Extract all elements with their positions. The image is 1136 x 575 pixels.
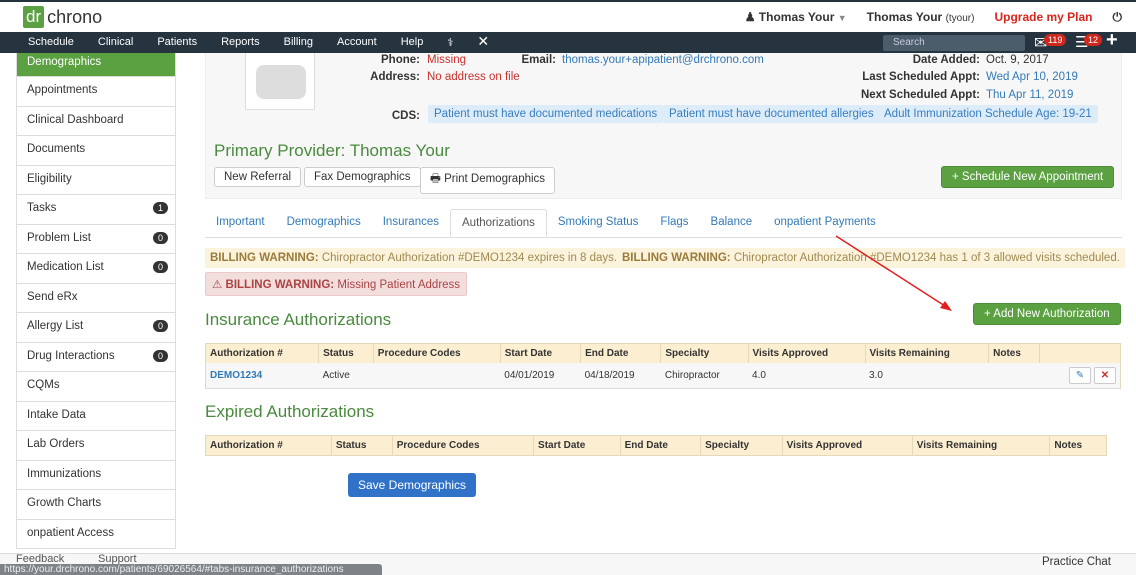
nav-clinical[interactable]: Clinical <box>86 36 145 49</box>
tools-icon[interactable]: ✕ <box>465 34 501 49</box>
sidebar-item-cqms[interactable]: CQMs <box>16 372 176 402</box>
insurance-authorizations-heading: Insurance Authorizations <box>205 310 392 329</box>
sidebar-item-intake-data[interactable]: Intake Data <box>16 401 176 431</box>
practice-chat-button[interactable]: Practice Chat <box>1042 556 1111 568</box>
count-badge: 1 <box>152 202 168 214</box>
tab-balance[interactable]: Balance <box>700 209 764 237</box>
warning-icon: ⚠ <box>212 279 223 291</box>
phone-value: Missing <box>427 54 466 66</box>
cds-alert[interactable]: Adult Immunization Schedule Age: 19-21 <box>878 105 1098 123</box>
last-appt-link[interactable]: Wed Apr 10, 2019 <box>986 71 1078 83</box>
tab-smoking-status[interactable]: Smoking Status <box>547 209 650 237</box>
nav-help[interactable]: Help <box>389 36 436 49</box>
sidebar-item-lab-orders[interactable]: Lab Orders <box>16 431 176 461</box>
sidebar-item-drug-interactions[interactable]: Drug Interactions 0 <box>16 342 176 372</box>
insurance-authorizations-table: Authorization # Status Procedure Codes Star… <box>205 343 1121 389</box>
sidebar-item-immunizations[interactable]: Immunizations <box>16 460 176 490</box>
tab-demographics[interactable]: Demographics <box>276 209 372 237</box>
user-name: Thomas Your (tyour) <box>866 10 975 24</box>
sidebar-item-appointments[interactable]: Appointments <box>16 77 176 107</box>
table-header: Authorization # Status Procedure Codes Star… <box>205 343 1121 363</box>
sidebar-item-onpatient-access[interactable]: onpatient Access <box>16 519 176 549</box>
status-url: https://your.drchrono.com/patients/69026… <box>0 564 382 575</box>
nav-schedule[interactable]: Schedule <box>16 36 86 49</box>
count-badge: 0 <box>152 320 168 332</box>
sidebar-item-growth-charts[interactable]: Growth Charts <box>16 490 176 520</box>
add-authorization-button[interactable]: + Add New Authorization <box>973 303 1121 325</box>
nav-patients[interactable]: Patients <box>145 36 209 49</box>
primary-provider: Primary Provider: Thomas Your <box>214 141 450 160</box>
nav-account[interactable]: Account <box>325 36 389 49</box>
expired-authorizations-heading: Expired Authorizations <box>205 402 375 421</box>
print-demographics-button[interactable]: 🖶 Print Demographics <box>420 167 556 194</box>
sidebar: Demographics Appointments Clinical Dashb… <box>16 53 176 549</box>
power-icon[interactable]: ⏻ <box>1113 10 1123 25</box>
save-demographics-button[interactable]: Save Demographics <box>348 473 477 497</box>
sidebar-item-medication-list[interactable]: Medication List 0 <box>16 254 176 284</box>
tab-bar: Important Demographics Insurances Author… <box>205 209 1122 238</box>
sidebar-item-documents[interactable]: Documents <box>16 136 176 166</box>
user-menu[interactable]: ♟ Thomas Your ▼ <box>745 10 847 25</box>
print-icon: 🖶 <box>430 173 441 185</box>
schedule-appointment-button[interactable]: + Schedule New Appointment <box>941 166 1115 188</box>
sidebar-item-problem-list[interactable]: Problem List 0 <box>16 224 176 254</box>
address-value: No address on file <box>427 71 520 83</box>
table-header: Authorization # Status Procedure Codes Star… <box>205 435 1107 456</box>
edit-icon[interactable]: ✎ <box>1069 367 1091 384</box>
next-appt-link[interactable]: Thu Apr 11, 2019 <box>986 89 1073 101</box>
tab-important[interactable]: Important <box>205 209 276 237</box>
count-badge: 0 <box>152 349 168 362</box>
sidebar-item-clinical-dashboard[interactable]: Clinical Dashboard <box>16 106 176 136</box>
expired-authorizations-table: Authorization # Status Procedure Codes Star… <box>205 435 1107 456</box>
sidebar-item-allergy-list[interactable]: Allergy List 0 <box>16 313 176 343</box>
count-badge: 0 <box>152 261 168 273</box>
upgrade-link[interactable]: Upgrade my Plan <box>994 10 1092 25</box>
cds-alert[interactable]: Patient must have documented allergies <box>663 105 880 123</box>
mail-count-badge: 119 <box>1044 34 1067 46</box>
drchrono-logo[interactable]: dr chrono <box>23 6 102 28</box>
search-input[interactable]: Search <box>883 35 1025 51</box>
tab-insurances[interactable]: Insurances <box>372 209 450 237</box>
sidebar-item-send-erx[interactable]: Send eRx <box>16 283 176 313</box>
tasks-count-badge: 12 <box>1084 34 1103 46</box>
main-nav: Schedule Clinical Patients Reports Billi… <box>0 29 1136 53</box>
tab-onpatient-payments[interactable]: onpatient Payments <box>763 209 887 237</box>
nav-reports[interactable]: Reports <box>209 36 272 49</box>
billing-warning: BILLING WARNING: Chiropractor Authorizat… <box>205 248 623 268</box>
delete-icon[interactable]: ✕ <box>1094 367 1116 384</box>
nav-billing[interactable]: Billing <box>272 36 325 49</box>
plus-icon[interactable]: + <box>1106 29 1118 52</box>
tab-flags[interactable]: Flags <box>649 209 699 237</box>
billing-error: ⚠ BILLING WARNING: Missing Patient Addre… <box>205 272 468 296</box>
caduceus-icon[interactable]: ⚕ <box>435 36 465 49</box>
sidebar-item-eligibility[interactable]: Eligibility <box>16 165 176 195</box>
cds-alert[interactable]: Patient must have documented medications <box>428 105 664 123</box>
sidebar-item-demographics[interactable]: Demographics <box>16 53 176 77</box>
billing-warning: BILLING WARNING: Chiropractor Authorizat… <box>617 248 1125 268</box>
fax-demographics-button[interactable]: Fax Demographics <box>304 167 421 187</box>
count-badge: 0 <box>152 231 168 244</box>
email-link[interactable]: thomas.your+apipatient@drchrono.com <box>562 54 764 66</box>
new-referral-button[interactable]: New Referral <box>214 167 302 187</box>
patient-avatar[interactable] <box>245 53 315 110</box>
authorization-link[interactable]: DEMO1234 <box>210 370 262 381</box>
top-header: dr chrono ♟ Thomas Your ▼ Thomas Your (ty… <box>0 0 1136 32</box>
table-row: DEMO1234 Active 04/01/2019 04/18/2019 Chiro… <box>205 363 1121 389</box>
patient-summary-panel: Phone: Missing Email: thomas.your+apipat… <box>205 53 1122 199</box>
sidebar-item-tasks[interactable]: Tasks 1 <box>16 195 176 225</box>
tab-authorizations[interactable]: Authorizations <box>450 209 547 237</box>
